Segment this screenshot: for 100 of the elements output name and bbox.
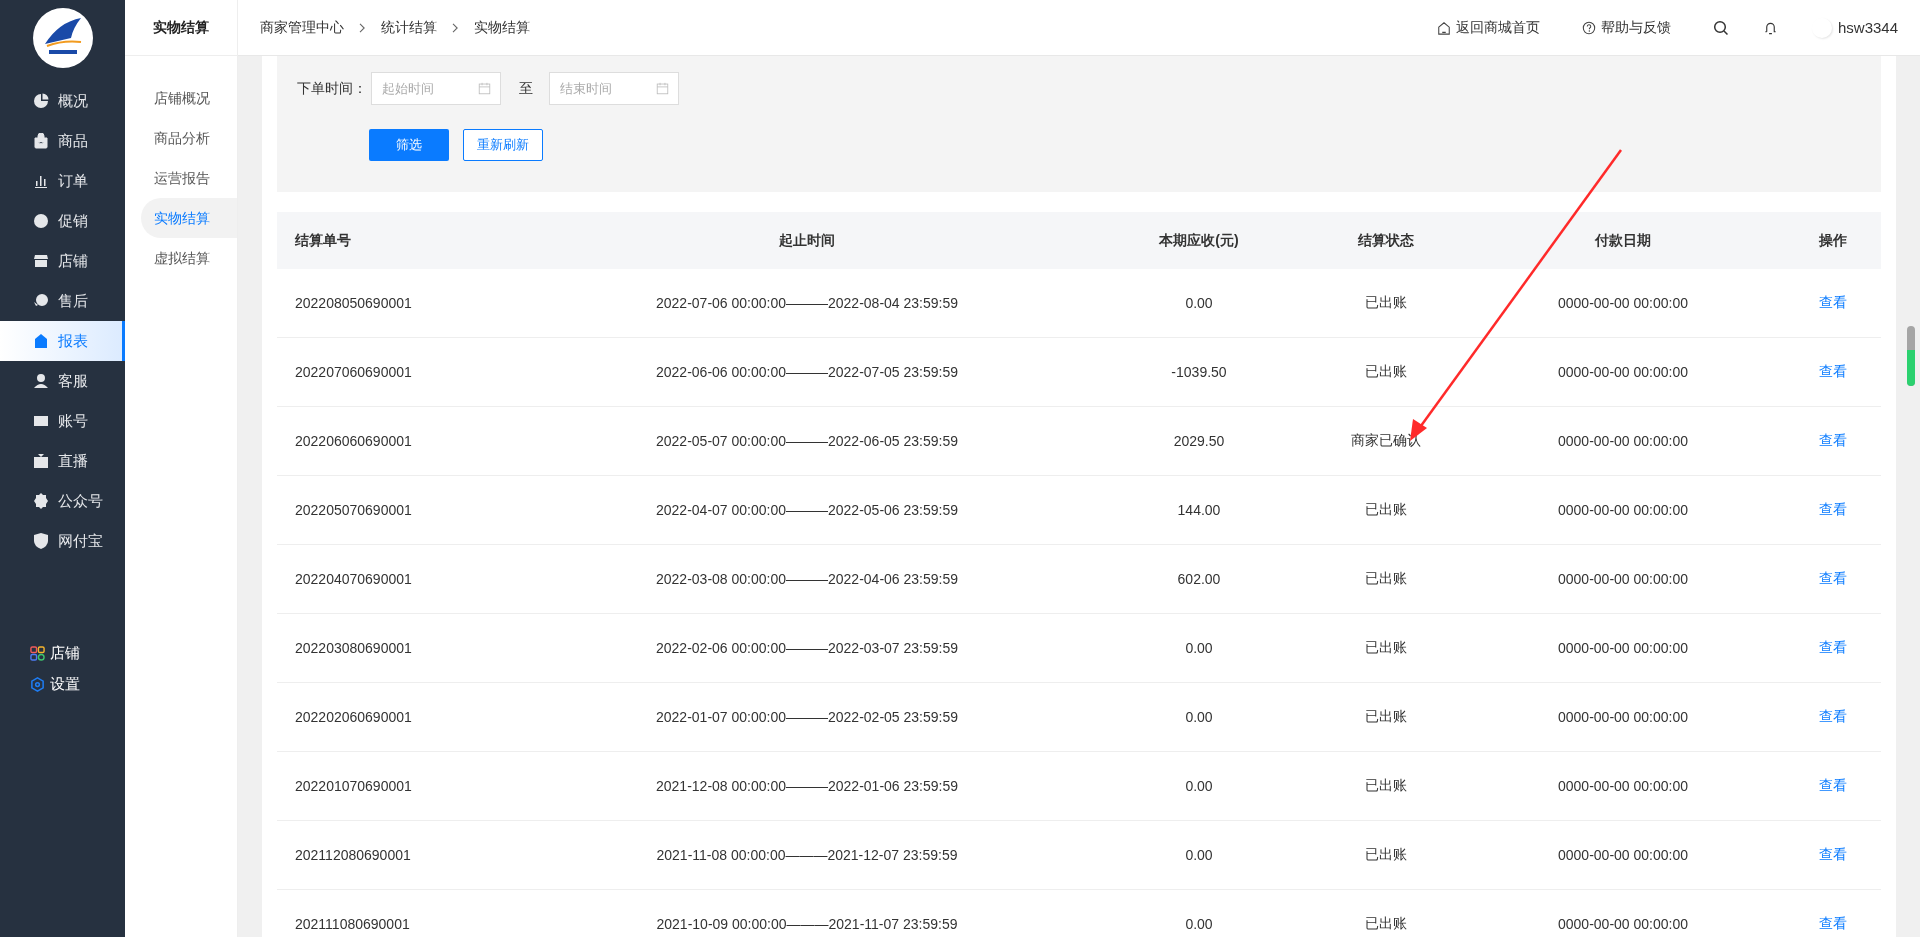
sidebar-item[interactable]: 概况 [0,81,125,121]
sidebar-item[interactable]: 网付宝 [0,521,125,561]
table-cell: 2022-05-07 00:00:00———2022-06-05 23:59:59 [656,433,958,449]
section-title: 实物结算 [125,0,237,56]
table-cell: 已出账 [1365,846,1407,862]
bag-icon [33,133,49,149]
view-link[interactable]: 查看 [1818,777,1847,793]
subnav-item[interactable]: 实物结算 [141,198,237,238]
table-cell: 202112080690001 [295,847,411,863]
card-icon [33,413,49,429]
table-cell: 已出账 [1365,294,1407,310]
sidebar-item[interactable]: 公众号 [0,481,125,521]
breadcrumb-item[interactable]: 统计结算 [381,18,437,37]
sidebar-item[interactable]: 直播 [0,441,125,481]
header-link[interactable]: 返回商城首页 [1436,18,1540,37]
sidebar-footer-item[interactable]: 店铺 [0,638,125,669]
table-cell: 0000-00-00 00:00:00 [1558,433,1688,449]
view-link[interactable]: 查看 [1818,432,1847,448]
table-cell: 已出账 [1365,708,1407,724]
sidebar-item[interactable]: 商品 [0,121,125,161]
table-cell: 2021-12-08 00:00:00———2022-01-06 23:59:59 [656,778,958,794]
sidebar-item[interactable]: 促销 [0,201,125,241]
column-header: 付款日期 [1462,212,1784,269]
table-cell: 2022-07-06 00:00:00———2022-08-04 23:59:59 [656,295,958,311]
table-cell: 0000-00-00 00:00:00 [1558,640,1688,656]
range-separator: 至 [519,79,533,98]
column-header: 起止时间 [526,212,1088,269]
breadcrumb-item[interactable]: 商家管理中心 [260,18,344,37]
table-cell: 已出账 [1365,639,1407,655]
table-cell: 0.00 [1185,640,1213,656]
table-cell: 0000-00-00 00:00:00 [1558,364,1688,380]
table-cell: -1039.50 [1171,364,1227,380]
field-label: 下单时间： [297,79,367,98]
table-cell: 202111080690001 [295,916,410,932]
table-cell: 0000-00-00 00:00:00 [1558,778,1688,794]
store-icon [33,253,49,269]
help-icon [1581,20,1596,35]
table-cell: 2022-04-07 00:00:00———2022-05-06 23:59:59 [656,502,958,518]
end-date-field[interactable]: 结束时间 [549,72,679,105]
username[interactable]: hsw3344 [1837,19,1898,36]
subnav-item[interactable]: 店铺概况 [141,78,237,118]
subnav-item[interactable]: 运营报告 [141,158,237,198]
bars-icon [33,173,49,189]
view-link[interactable]: 查看 [1818,846,1847,862]
column-header: 操作 [1784,212,1881,269]
table-cell: 0000-00-00 00:00:00 [1558,847,1688,863]
sidebar-item[interactable]: 店铺 [0,241,125,281]
table-cell: 已出账 [1365,777,1407,793]
calendar-icon [656,82,669,95]
chevron-icon [359,22,366,33]
pie-icon [33,93,49,109]
table-cell: 已出账 [1365,501,1407,517]
sidebar-item[interactable]: 客服 [0,361,125,401]
view-link[interactable]: 查看 [1818,639,1847,655]
table-cell: 202204070690001 [295,571,412,587]
table-cell: 202206060690001 [295,433,412,449]
view-link[interactable]: 查看 [1818,708,1847,724]
table-cell: 0.00 [1185,295,1213,311]
table-cell: 2022-02-06 00:00:00———2022-03-07 23:59:59 [656,640,958,656]
table-cell: 602.00 [1177,571,1221,587]
sidebar-item[interactable]: 售后 [0,281,125,321]
breadcrumb-item: 实物结算 [474,18,530,37]
view-link[interactable]: 查看 [1818,570,1847,586]
table-cell: 0000-00-00 00:00:00 [1558,295,1688,311]
subnav-item[interactable]: 虚拟结算 [141,238,237,278]
sidebar-item[interactable]: 账号 [0,401,125,441]
table-cell: 2029.50 [1173,433,1225,449]
table-cell: 0.00 [1185,847,1213,863]
table-cell: 已出账 [1365,915,1407,931]
view-link[interactable]: 查看 [1818,294,1847,310]
table-cell: 0000-00-00 00:00:00 [1558,709,1688,725]
column-header: 结算单号 [277,212,526,269]
table-cell: 已出账 [1365,363,1407,379]
table-cell: 0.00 [1185,778,1213,794]
sidebar-item[interactable]: 报表 [0,321,125,361]
home-icon [1436,20,1451,35]
subnav-item[interactable]: 商品分析 [141,118,237,158]
table-cell: 0.00 [1185,709,1213,725]
table-cell: 144.00 [1177,502,1221,518]
column-header: 结算状态 [1310,212,1462,269]
search-icon[interactable] [1712,19,1729,36]
table-cell: 2022-03-08 00:00:00———2022-04-06 23:59:59 [656,571,958,587]
view-link[interactable]: 查看 [1818,915,1847,931]
table-cell: 0000-00-00 00:00:00 [1558,916,1688,932]
sidebar-footer-item[interactable]: 设置 [0,669,125,700]
view-link[interactable]: 查看 [1818,501,1847,517]
table-cell: 202202060690001 [295,709,412,725]
refresh-button[interactable]: 重新刷新 [463,129,543,161]
table-cell: 0000-00-00 00:00:00 [1558,571,1688,587]
start-date-field[interactable]: 起始时间 [371,72,501,105]
table-cell: 202205070690001 [295,502,412,518]
table-cell: 2022-01-07 00:00:00———2022-02-05 23:59:59 [656,709,958,725]
sidebar-item[interactable]: 订单 [0,161,125,201]
shield-icon [33,533,49,549]
table-cell: 0.00 [1185,916,1213,932]
table-cell: 0000-00-00 00:00:00 [1558,502,1688,518]
view-link[interactable]: 查看 [1818,363,1847,379]
column-header: 本期应收(元) [1088,212,1310,269]
filter-button[interactable]: 筛选 [369,129,449,161]
header-link[interactable]: 帮助与反馈 [1581,18,1671,37]
